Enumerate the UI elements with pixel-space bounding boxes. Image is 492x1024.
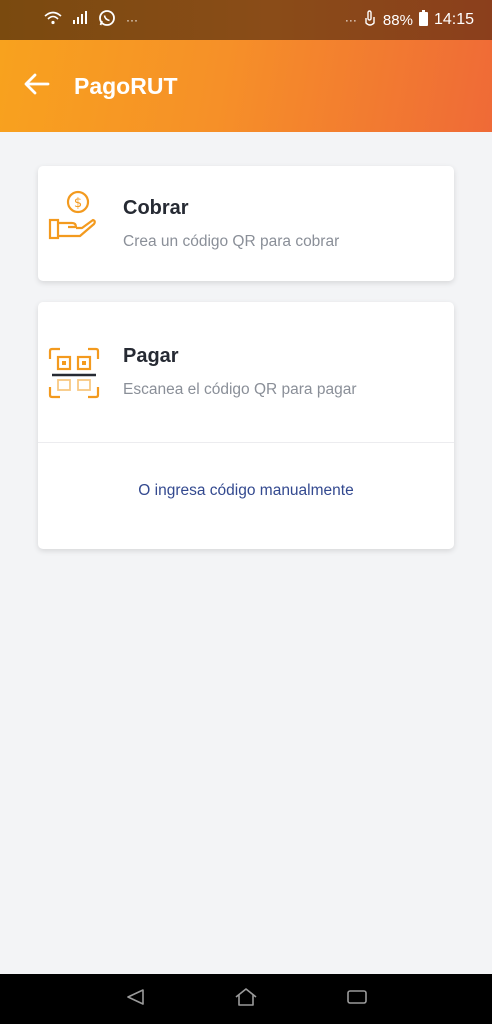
nav-back-button[interactable] (120, 984, 150, 1014)
cobrar-card[interactable]: $ Cobrar Crea un código QR para cobrar (38, 166, 454, 281)
navigation-bar (0, 974, 492, 1024)
cobrar-option[interactable]: $ Cobrar Crea un código QR para cobrar (38, 166, 454, 281)
status-left: ··· (44, 9, 138, 32)
app-bar: PagoRUT (0, 40, 492, 132)
home-icon (234, 987, 258, 1012)
battery-percent: 88% (382, 11, 413, 29)
status-bar: ··· ··· 88% 14:15 (0, 0, 492, 40)
recents-icon (346, 988, 368, 1011)
cobrar-title: Cobrar (123, 196, 189, 219)
clock: 14:15 (433, 11, 474, 28)
nav-home-button[interactable] (231, 984, 261, 1014)
pagar-title: Pagar (123, 345, 179, 367)
pagar-option[interactable]: Pagar Escanea el código QR para pagar (38, 302, 454, 442)
battery-icon (418, 9, 428, 31)
qr-scan-icon (48, 347, 100, 399)
back-button[interactable] (22, 71, 52, 101)
whatsapp-icon (98, 9, 116, 32)
wifi-icon (44, 11, 62, 30)
svg-text:$: $ (74, 196, 82, 211)
arrow-left-icon (24, 73, 50, 100)
pagar-subtitle: Escanea el código QR para pagar (123, 381, 357, 398)
page-title: PagoRUT (74, 72, 178, 99)
status-right: ··· 88% 14:15 (345, 9, 474, 32)
back-triangle-icon (125, 988, 145, 1011)
pagar-text: Pagar Escanea el código QR para pagar (123, 345, 357, 399)
touch-icon (363, 9, 377, 32)
pagar-card: Pagar Escanea el código QR para pagar O … (38, 302, 454, 549)
nav-recents-button[interactable] (342, 984, 372, 1014)
cobrar-text: Cobrar Crea un código QR para cobrar (123, 197, 339, 251)
manual-code-link[interactable]: O ingresa código manualmente (38, 482, 454, 500)
divider (38, 442, 454, 443)
dots-indicator: ··· (126, 13, 138, 27)
dots-indicator-right: ··· (344, 13, 357, 27)
signal-icon (72, 11, 88, 29)
hand-coin-icon: $ (48, 190, 100, 242)
cobrar-subtitle: Crea un código QR para cobrar (123, 232, 340, 250)
